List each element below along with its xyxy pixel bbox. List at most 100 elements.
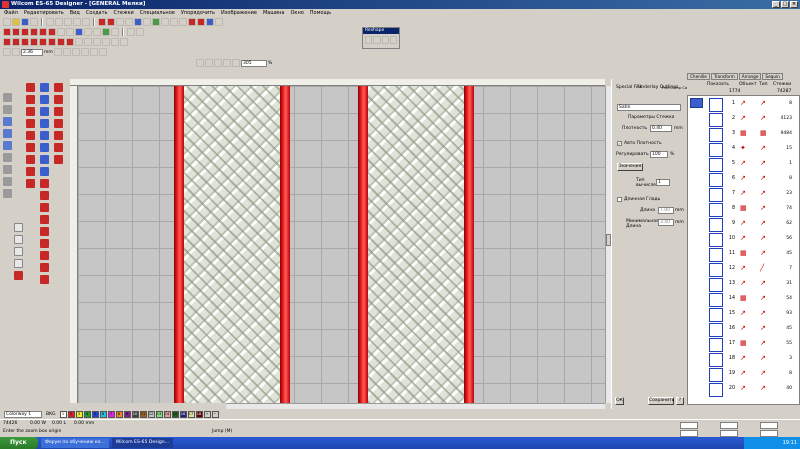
add-color-icon[interactable]: + [203, 410, 211, 418]
pick-tool-icon[interactable] [3, 93, 12, 102]
open-folder-icon[interactable] [12, 18, 20, 26]
zoom-out-icon[interactable] [125, 18, 133, 26]
appliqué-icon[interactable] [57, 28, 65, 36]
height-icon[interactable] [98, 48, 107, 56]
long-stitch-checkbox[interactable] [617, 197, 622, 202]
tab-transform[interactable]: Transform [710, 73, 738, 80]
satin-border-left-b[interactable] [280, 86, 290, 403]
rectangle-tool-icon[interactable] [3, 141, 12, 150]
stitch-type-select[interactable]: Satin [617, 104, 681, 111]
triple-run-icon[interactable] [12, 28, 20, 36]
diagonal-c-icon[interactable] [40, 191, 49, 200]
measure-tool-icon[interactable] [3, 165, 12, 174]
radial-icon[interactable] [54, 155, 63, 164]
stipple-icon[interactable] [57, 38, 65, 46]
zoom-all-icon[interactable] [214, 59, 222, 67]
3d-warp-icon[interactable] [75, 38, 83, 46]
show-bitmap-icon[interactable] [179, 18, 187, 26]
circle-stitch-icon[interactable] [40, 275, 49, 284]
spiral-icon[interactable] [40, 155, 49, 164]
list-item[interactable]: 4 ✦ ↗ 15 [688, 141, 796, 157]
satin-border-left-a[interactable] [174, 86, 184, 403]
reshape-node-icon[interactable] [365, 36, 373, 44]
print-icon[interactable] [30, 18, 38, 26]
list-item[interactable]: 7 ↗ ↗ 23 [688, 186, 796, 202]
list-item[interactable]: 12 ↗ ╱ 7 [688, 261, 796, 277]
list-item[interactable]: 17 ▦ ↗ 55 [688, 336, 796, 352]
diagonal-e-icon[interactable] [40, 215, 49, 224]
undo-icon[interactable] [73, 18, 81, 26]
diagonal-f-icon[interactable] [40, 227, 49, 236]
menu-create[interactable]: Создать [86, 9, 108, 17]
list-item[interactable]: 6 ↗ ↗ 8 [688, 171, 796, 187]
length-input[interactable]: 7.00 [658, 207, 674, 214]
ring-icon[interactable] [54, 119, 63, 128]
tatami-icon[interactable] [54, 107, 63, 116]
zoom-percent-input[interactable]: 305 [241, 59, 267, 67]
cut-icon[interactable] [46, 18, 54, 26]
list-item[interactable]: 16 ↗ ↗ 45 [688, 321, 796, 337]
column-icon[interactable] [26, 107, 35, 116]
satin-icon[interactable] [54, 95, 63, 104]
close-button[interactable]: × [790, 1, 798, 8]
square-icon[interactable] [40, 131, 49, 140]
diagonal-i-icon[interactable] [40, 263, 49, 272]
menu-help[interactable]: Помощь [310, 9, 331, 17]
remove-color-icon[interactable]: − [211, 410, 219, 418]
outline-tool-icon[interactable] [197, 18, 205, 26]
list-item[interactable]: 10 ↗ ↗ 56 [688, 231, 796, 247]
status-field-e[interactable] [720, 430, 738, 437]
arc-icon[interactable] [26, 131, 35, 140]
color-swatch-b-icon[interactable] [14, 235, 23, 244]
zigzag-icon[interactable] [26, 155, 35, 164]
tatami-fill-icon[interactable] [12, 38, 20, 46]
color-chip-12[interactable]: 12 [147, 410, 155, 418]
show-button[interactable]: Показать [707, 82, 729, 87]
help-button[interactable]: ? [676, 397, 684, 405]
motif-icon[interactable] [66, 28, 74, 36]
color-chip-11[interactable]: 11 [139, 410, 147, 418]
envelope-tool-icon[interactable] [3, 189, 12, 198]
color-chip-10[interactable]: 10 [131, 410, 139, 418]
min-length-input[interactable]: 3.40 [658, 219, 674, 226]
color-chip-2[interactable]: 2 [67, 410, 75, 418]
reshape-curve-icon[interactable] [373, 36, 381, 44]
align-icon[interactable] [127, 28, 135, 36]
skew-icon[interactable] [80, 48, 89, 56]
list-item[interactable]: 3 ▦ ▦ 9484 [688, 126, 796, 142]
paste-icon[interactable] [64, 18, 72, 26]
heart-icon[interactable] [54, 143, 63, 152]
color-chip-16[interactable]: 16 [179, 410, 187, 418]
menu-window[interactable]: Окно [291, 9, 304, 17]
color-chip-9[interactable]: 9 [123, 410, 131, 418]
save-icon[interactable] [21, 18, 29, 26]
scale-icon[interactable] [71, 48, 80, 56]
color-chip-14[interactable]: 14 [163, 410, 171, 418]
task-wilcom[interactable]: Wilcom ES-65 Design... [111, 438, 174, 448]
list-item[interactable]: 13 ↗ ↗ 31 [688, 276, 796, 292]
offset-icon[interactable] [93, 38, 101, 46]
task-forum[interactable]: Форум по обучению ко... [41, 438, 109, 448]
input-c-icon[interactable] [54, 83, 63, 92]
star-icon[interactable] [40, 119, 49, 128]
complex-fill-icon[interactable] [39, 28, 47, 36]
maximize-button[interactable]: □ [781, 1, 789, 8]
digitize-tool-icon[interactable] [3, 117, 12, 126]
list-item[interactable]: 20 ↗ ↗ 40 [688, 381, 796, 397]
color-swatch-d-icon[interactable] [14, 259, 23, 268]
trim-icon[interactable] [111, 28, 119, 36]
flag-icon[interactable] [54, 131, 63, 140]
color-chip-7[interactable]: 7 [107, 410, 115, 418]
minimize-button[interactable]: _ [772, 1, 780, 8]
weave-fill-right[interactable] [368, 86, 464, 403]
sequence-list[interactable]: 1 ↗ ↗ 8 2 ↗ ↗ 4123 3 ▦ ▦ 9484 4 ✦ ↗ 15 5 ↗ ↗ 1 6 ↗ ↗ 8 7 ↗ ↗… [687, 95, 800, 405]
3d-view-icon[interactable] [170, 18, 178, 26]
lettering-tool-icon[interactable] [206, 18, 214, 26]
colorway-select[interactable]: Colorway 1 [4, 410, 42, 418]
copy-icon[interactable] [55, 18, 63, 26]
tab-chenille[interactable]: Chenille [687, 73, 710, 80]
flexi-split-icon[interactable] [39, 38, 47, 46]
list-item[interactable]: 8 ▦ ↗ 74 [688, 201, 796, 217]
complex-icon[interactable] [40, 107, 49, 116]
outline-icon[interactable] [102, 38, 110, 46]
